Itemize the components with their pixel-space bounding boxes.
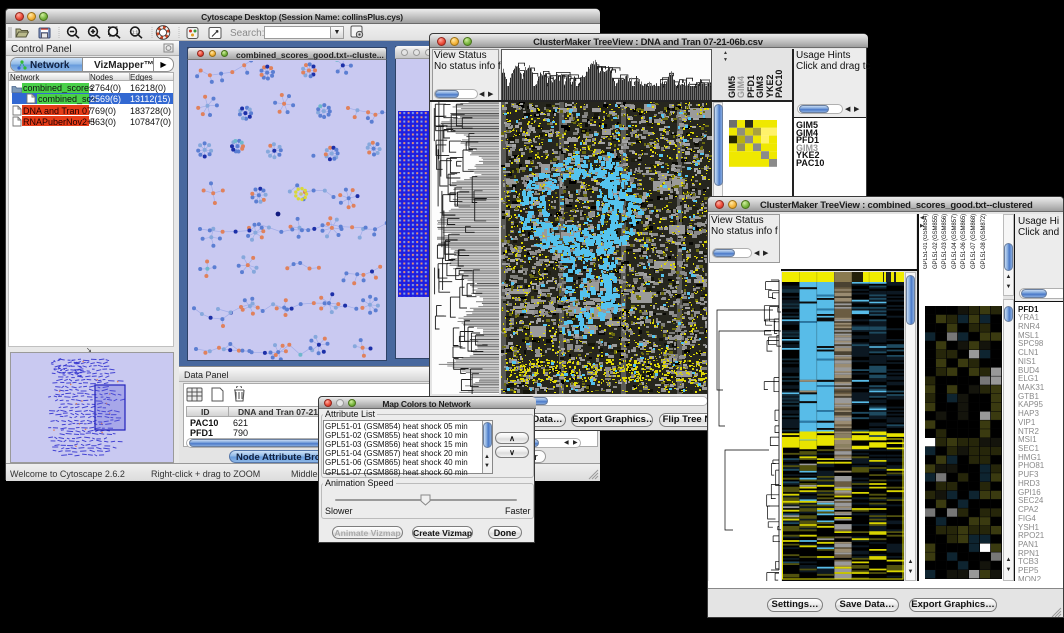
svg-text:1:1: 1:1	[132, 30, 139, 35]
